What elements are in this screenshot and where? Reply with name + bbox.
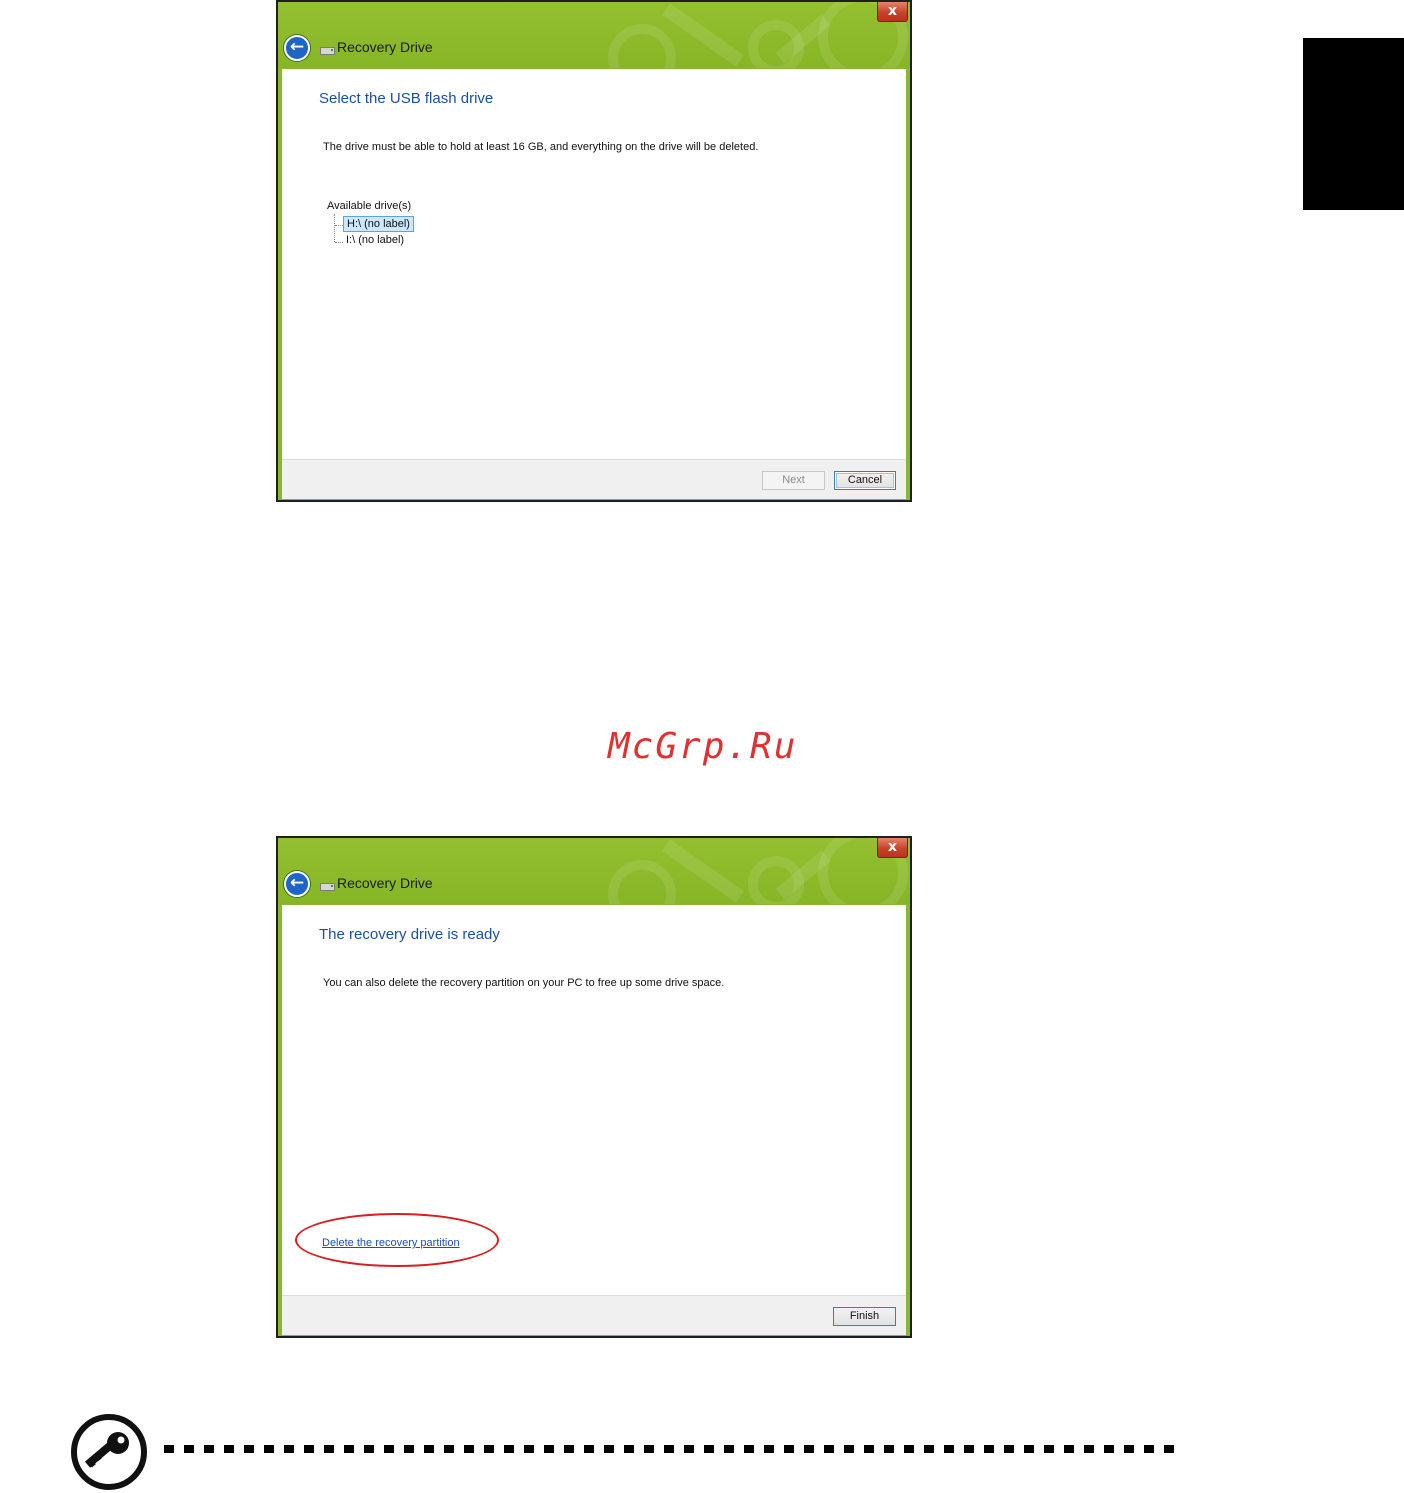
drive-item-h[interactable]: H:\ (no label) xyxy=(343,216,414,232)
wizard-footer: Finish xyxy=(282,1295,906,1335)
window-title: Recovery Drive xyxy=(337,875,433,891)
dotted-separator xyxy=(164,1445,1184,1453)
title-bar: x ← Recovery Drive xyxy=(278,838,910,904)
back-arrow-icon: ← xyxy=(289,873,305,893)
close-button[interactable]: x xyxy=(877,838,908,858)
key-icon xyxy=(71,1414,147,1490)
back-button[interactable]: ← xyxy=(284,35,310,61)
usb-drive-icon xyxy=(320,47,335,55)
page-description: The drive must be able to hold at least … xyxy=(323,141,759,153)
wizard-footer: Next Cancel xyxy=(282,459,906,499)
next-button[interactable]: Next xyxy=(762,471,825,490)
wizard-content: The recovery drive is ready You can also… xyxy=(282,905,906,1295)
delete-recovery-partition-link[interactable]: Delete the recovery partition xyxy=(322,1237,460,1249)
close-button[interactable]: x xyxy=(877,2,908,22)
available-drives-label: Available drive(s) xyxy=(327,200,412,212)
close-icon: x xyxy=(887,839,898,855)
watermark: McGrp.Ru xyxy=(608,726,798,767)
usb-drive-icon xyxy=(320,883,335,891)
chapter-tab-marker xyxy=(1303,38,1404,210)
title-bar: x ← Recovery Drive xyxy=(278,2,910,68)
recovery-drive-window-ready: x ← Recovery Drive The recovery drive is… xyxy=(276,836,912,1338)
cancel-button[interactable]: Cancel xyxy=(834,471,896,490)
back-arrow-icon: ← xyxy=(289,37,305,57)
page-heading: Select the USB flash drive xyxy=(319,90,494,107)
close-icon: x xyxy=(887,3,898,19)
recovery-drive-window-select: x ← Recovery Drive Select the USB flash … xyxy=(276,0,912,502)
page-heading: The recovery drive is ready xyxy=(319,926,500,943)
window-title: Recovery Drive xyxy=(337,39,433,55)
back-button[interactable]: ← xyxy=(284,871,310,897)
drive-item-i[interactable]: I:\ (no label) xyxy=(346,234,404,246)
finish-button[interactable]: Finish xyxy=(833,1307,896,1326)
page-description: You can also delete the recovery partiti… xyxy=(323,977,725,989)
wizard-content: Select the USB flash drive The drive mus… xyxy=(282,69,906,459)
